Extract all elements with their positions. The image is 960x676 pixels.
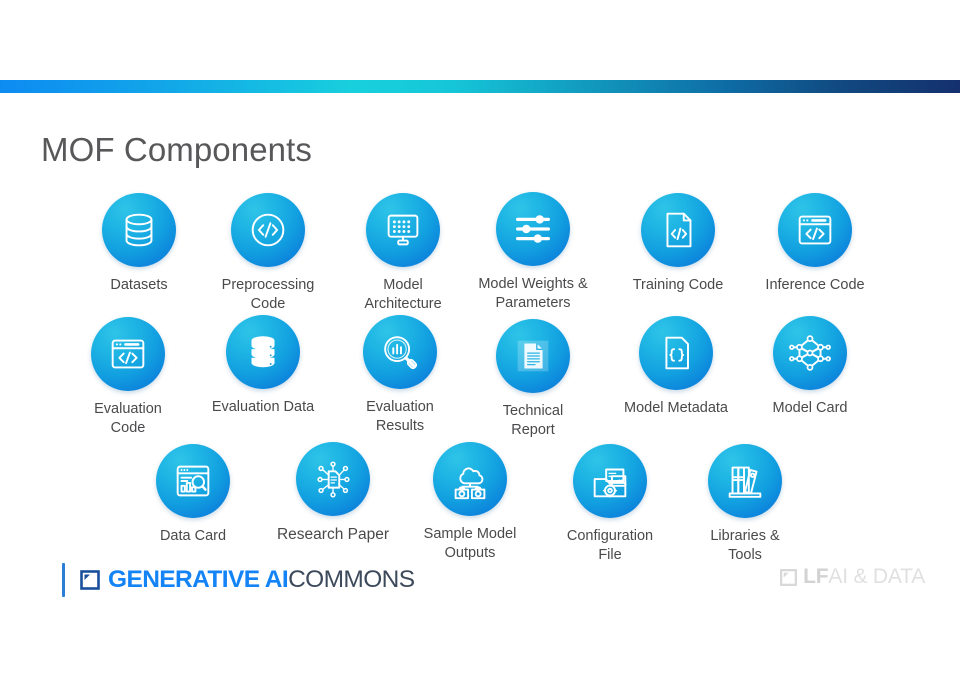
component-label: Evaluation Results: [366, 399, 434, 434]
neural-network-icon[interactable]: [773, 316, 847, 390]
file-code-icon[interactable]: [641, 193, 715, 267]
monitor-grid-icon[interactable]: [366, 193, 440, 267]
lf-light-text: AI & DATA: [828, 565, 925, 588]
component-item[interactable]: Configuration File: [540, 444, 680, 565]
component-label: Evaluation Data: [211, 399, 315, 415]
component-item[interactable]: Datasets: [79, 193, 199, 295]
cloud-cameras-icon[interactable]: [433, 442, 507, 516]
component-item[interactable]: Evaluation Code: [58, 317, 198, 438]
component-label: Data Card: [159, 528, 227, 544]
paper-network-icon[interactable]: [296, 442, 370, 516]
component-label: Inference Code: [765, 277, 865, 293]
square-logo-mark-icon: [79, 569, 101, 591]
gac-light-text: COMMONS: [288, 566, 415, 593]
generative-ai-commons-wordmark: GENERATIVE AICOMMONS: [108, 566, 415, 594]
footer: GENERATIVE AICOMMONS LFAI & DATA: [0, 556, 960, 604]
component-item[interactable]: Evaluation Results: [330, 315, 470, 436]
component-item[interactable]: Model Architecture: [333, 193, 473, 314]
file-braces-icon[interactable]: [639, 316, 713, 390]
component-label: Datasets: [110, 277, 168, 293]
chart-search-icon[interactable]: [363, 315, 437, 389]
page-title: MOF Components: [41, 131, 312, 168]
component-label: Preprocessing Code: [221, 277, 315, 312]
folder-gear-icon[interactable]: [573, 444, 647, 518]
database-stack-icon[interactable]: [226, 315, 300, 389]
component-item[interactable]: Inference Code: [740, 193, 890, 295]
component-item[interactable]: Sample Model Outputs: [395, 442, 545, 563]
component-item[interactable]: Evaluation Data: [188, 315, 338, 417]
lf-ai-data-wordmark: LFAI & DATA: [803, 565, 925, 589]
database-icon[interactable]: [102, 193, 176, 267]
code-circle-icon[interactable]: [231, 193, 305, 267]
component-label: Research Paper: [276, 526, 389, 543]
lf-square-mark-icon: [779, 568, 798, 587]
component-label: Model Architecture: [364, 277, 442, 312]
component-item[interactable]: Training Code: [603, 193, 753, 295]
component-label: Training Code: [632, 277, 724, 293]
gac-bold-text: GENERATIVE AI: [108, 566, 289, 593]
component-label: Model Card: [772, 400, 848, 416]
component-item[interactable]: Model Metadata: [596, 316, 756, 418]
component-item[interactable]: Model Card: [735, 316, 885, 418]
dashboard-search-icon[interactable]: [156, 444, 230, 518]
browser-code-icon[interactable]: [778, 193, 852, 267]
sliders-icon[interactable]: [496, 192, 570, 266]
lf-bold-text: LF: [803, 565, 829, 588]
generative-ai-commons-logo: GENERATIVE AICOMMONS: [62, 560, 415, 600]
document-icon[interactable]: [496, 319, 570, 393]
component-item[interactable]: Research Paper: [253, 442, 413, 544]
component-label: Technical Report: [502, 403, 564, 438]
component-label: Model Weights & Parameters: [478, 276, 588, 311]
books-icon[interactable]: [708, 444, 782, 518]
component-label: Evaluation Code: [94, 401, 162, 436]
component-item[interactable]: Preprocessing Code: [198, 193, 338, 314]
browser-code-icon[interactable]: [91, 317, 165, 391]
lf-ai-data-logo: LFAI & DATA: [779, 565, 925, 589]
logo-divider-bar: [62, 563, 65, 597]
component-item[interactable]: Model Weights & Parameters: [453, 192, 613, 313]
component-item[interactable]: Technical Report: [463, 319, 603, 440]
component-item[interactable]: Data Card: [123, 444, 263, 546]
top-gradient-bar: [0, 80, 960, 93]
component-label: Model Metadata: [624, 400, 728, 416]
component-item[interactable]: Libraries & Tools: [675, 444, 815, 565]
